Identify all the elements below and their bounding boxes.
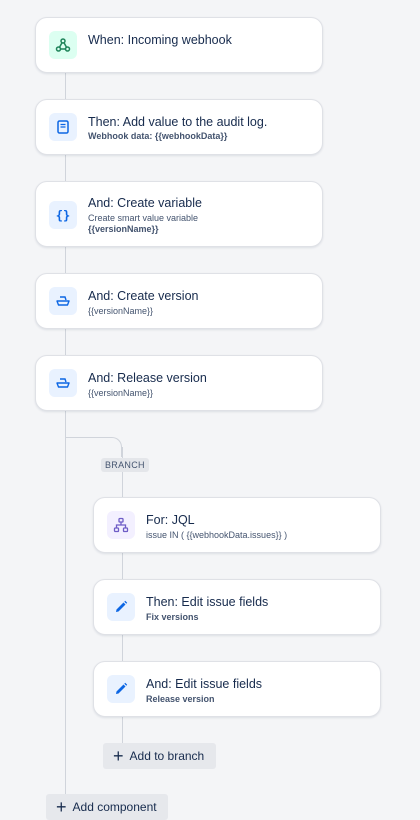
add-to-branch-button[interactable]: + Add to branch — [103, 743, 216, 769]
jql-branch-card[interactable]: For: JQL issue IN ( {{webhookData.issues… — [93, 497, 381, 553]
step-title: For: JQL — [146, 513, 195, 527]
step-title: And: Create variable — [88, 196, 202, 210]
step-title: Then: Edit issue fields — [146, 595, 269, 609]
ship-icon — [49, 369, 77, 397]
step-detail: {{versionName}} — [88, 306, 154, 316]
step-title: And: Create version — [88, 289, 199, 303]
create-version-card[interactable]: And: Create version {{versionName}} — [35, 273, 323, 329]
hierarchy-icon — [107, 511, 135, 539]
step-detail: Webhook data: {{webhookData}} — [88, 131, 228, 141]
edit-fix-versions-card[interactable]: Then: Edit issue fields Fix versions — [93, 579, 381, 635]
add-component-label: Add component — [72, 800, 157, 814]
branch-label: BRANCH — [101, 458, 149, 472]
edit-icon — [107, 593, 135, 621]
step-detail: issue IN ( {{webhookData.issues}} ) — [146, 530, 288, 540]
step-title: When: Incoming webhook — [88, 33, 232, 47]
webhook-icon — [49, 31, 77, 59]
step-detail: Release version — [146, 694, 215, 704]
audit-log-action-card[interactable]: Then: Add value to the audit log. Webhoo… — [35, 99, 323, 155]
step-detail-value: {{versionName}} — [88, 224, 159, 234]
variable-icon: {} — [49, 201, 77, 229]
create-variable-card[interactable]: {} And: Create variable Create smart val… — [35, 181, 323, 247]
step-detail: Fix versions — [146, 612, 199, 622]
audit-log-icon — [49, 113, 77, 141]
step-detail: {{versionName}} — [88, 388, 154, 398]
plus-icon: + — [56, 797, 67, 817]
edit-icon — [107, 675, 135, 703]
trigger-card[interactable]: When: Incoming webhook — [35, 17, 323, 73]
step-detail: Create smart value variable — [88, 213, 199, 223]
edit-release-version-card[interactable]: And: Edit issue fields Release version — [93, 661, 381, 717]
step-title: Then: Add value to the audit log. — [88, 115, 268, 129]
plus-icon: + — [113, 746, 124, 766]
svg-text:{}: {} — [56, 209, 70, 223]
add-to-branch-label: Add to branch — [129, 749, 205, 763]
add-component-button[interactable]: + Add component — [46, 794, 168, 820]
release-version-card[interactable]: And: Release version {{versionName}} — [35, 355, 323, 411]
step-title: And: Release version — [88, 371, 207, 385]
branch-connector-curve — [65, 437, 122, 457]
step-title: And: Edit issue fields — [146, 677, 263, 691]
ship-icon — [49, 287, 77, 315]
